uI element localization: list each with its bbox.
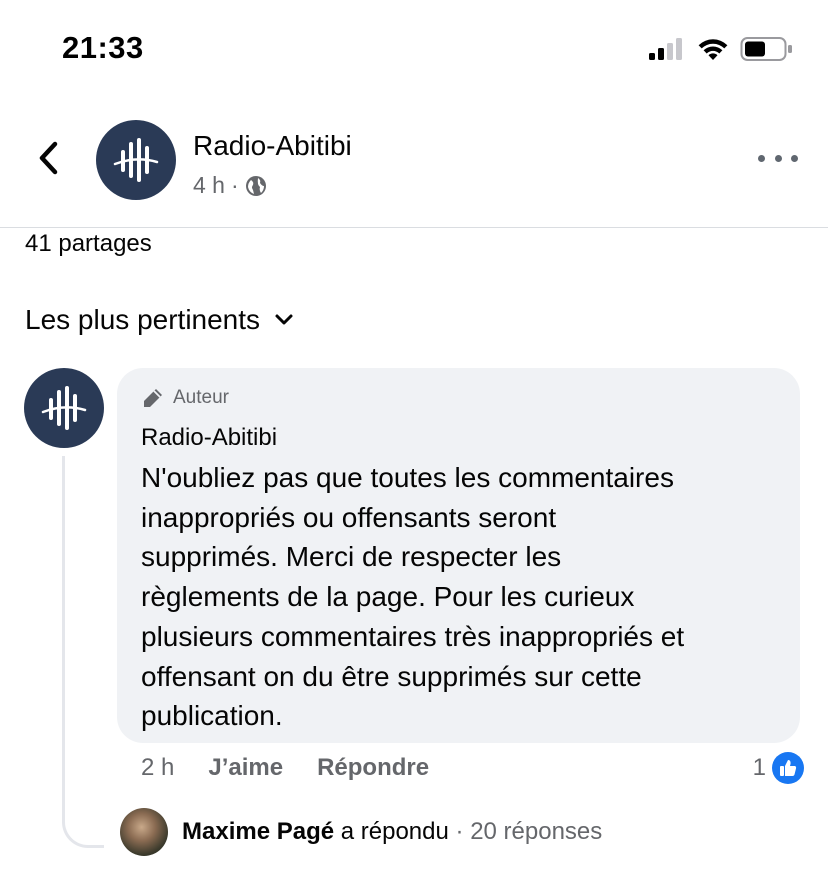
- reaction-count: 1: [752, 754, 766, 781]
- post-header: Radio-Abitibi 4 h ·: [0, 96, 828, 228]
- comment-sort-dropdown[interactable]: Les plus pertinents: [25, 304, 294, 336]
- comment-text-line: règlements de la page. Pour les curieux: [141, 581, 635, 613]
- pencil-icon: [144, 389, 162, 407]
- chevron-left-icon: [39, 141, 58, 175]
- comment-bubble[interactable]: Auteur Radio-Abitibi N'oubliez pas que t…: [117, 368, 800, 743]
- battery-icon: [740, 37, 792, 61]
- author-badge-label: Auteur: [173, 387, 229, 408]
- like-button[interactable]: J’aime: [208, 754, 283, 782]
- sort-label: Les plus pertinents: [25, 304, 261, 335]
- reply-summary: Maxime Pagé a répondu · 20 réponses: [182, 818, 602, 846]
- thumbs-up-icon: [772, 752, 804, 784]
- reply-action: a répondu: [340, 818, 449, 845]
- more-options-button[interactable]: [758, 150, 798, 166]
- radio-abitibi-logo-icon: [113, 138, 159, 182]
- wifi-icon: [698, 39, 728, 60]
- more-dot: [791, 154, 798, 162]
- radio-abitibi-logo-icon: [41, 386, 87, 430]
- meta-separator: ·: [230, 172, 239, 198]
- cellular-signal-icon: [649, 38, 682, 60]
- more-horizontal-icon: [758, 154, 765, 162]
- comment-text-line: supprimés. Merci de respecter les: [141, 541, 562, 573]
- comment-text-line: N'oubliez pas que toutes les commentaire…: [141, 462, 674, 493]
- reply-thread-line: [62, 456, 104, 848]
- view-replies-link[interactable]: Maxime Pagé a répondu · 20 réponses: [120, 808, 602, 856]
- comment-text-line: inappropriés ou offensants seront: [141, 501, 557, 533]
- comment-actions: 2 h J’aime Répondre: [141, 754, 429, 782]
- comment-author-name[interactable]: Radio-Abitibi: [141, 424, 776, 452]
- comment-text: N'oubliez pas que toutes les commentaire…: [141, 458, 776, 736]
- shares-count[interactable]: 41 partages: [25, 230, 152, 258]
- reply-button[interactable]: Répondre: [317, 754, 429, 782]
- reaction-count-button[interactable]: 1: [753, 752, 804, 784]
- more-dot: [774, 154, 782, 162]
- status-icons: [648, 36, 794, 62]
- page-name[interactable]: Radio-Abitibi: [193, 130, 352, 162]
- reply-separator: ·: [455, 818, 464, 845]
- comment-age: 2 h: [141, 754, 175, 781]
- post-meta: 4 h ·: [193, 172, 267, 199]
- replier-name: Maxime Pagé: [182, 818, 335, 845]
- globe-icon: [245, 175, 266, 196]
- author-badge: Auteur: [141, 386, 776, 410]
- replier-avatar: [120, 808, 168, 856]
- comment-text-line: publication.: [141, 700, 283, 732]
- post-age: 4 h: [193, 172, 225, 198]
- chevron-down-icon: [275, 314, 293, 325]
- page-avatar[interactable]: [96, 120, 176, 200]
- status-time: 21:33: [62, 30, 144, 65]
- reply-count: 20 réponses: [470, 818, 603, 845]
- comment-text-line: offensant on du être supprimés sur cette: [141, 660, 642, 692]
- status-bar: 21:33: [0, 0, 828, 96]
- comment-author-avatar[interactable]: [24, 368, 104, 448]
- comment-text-line: plusieurs commentaires très inappropriés…: [141, 620, 685, 652]
- back-button[interactable]: [30, 136, 66, 180]
